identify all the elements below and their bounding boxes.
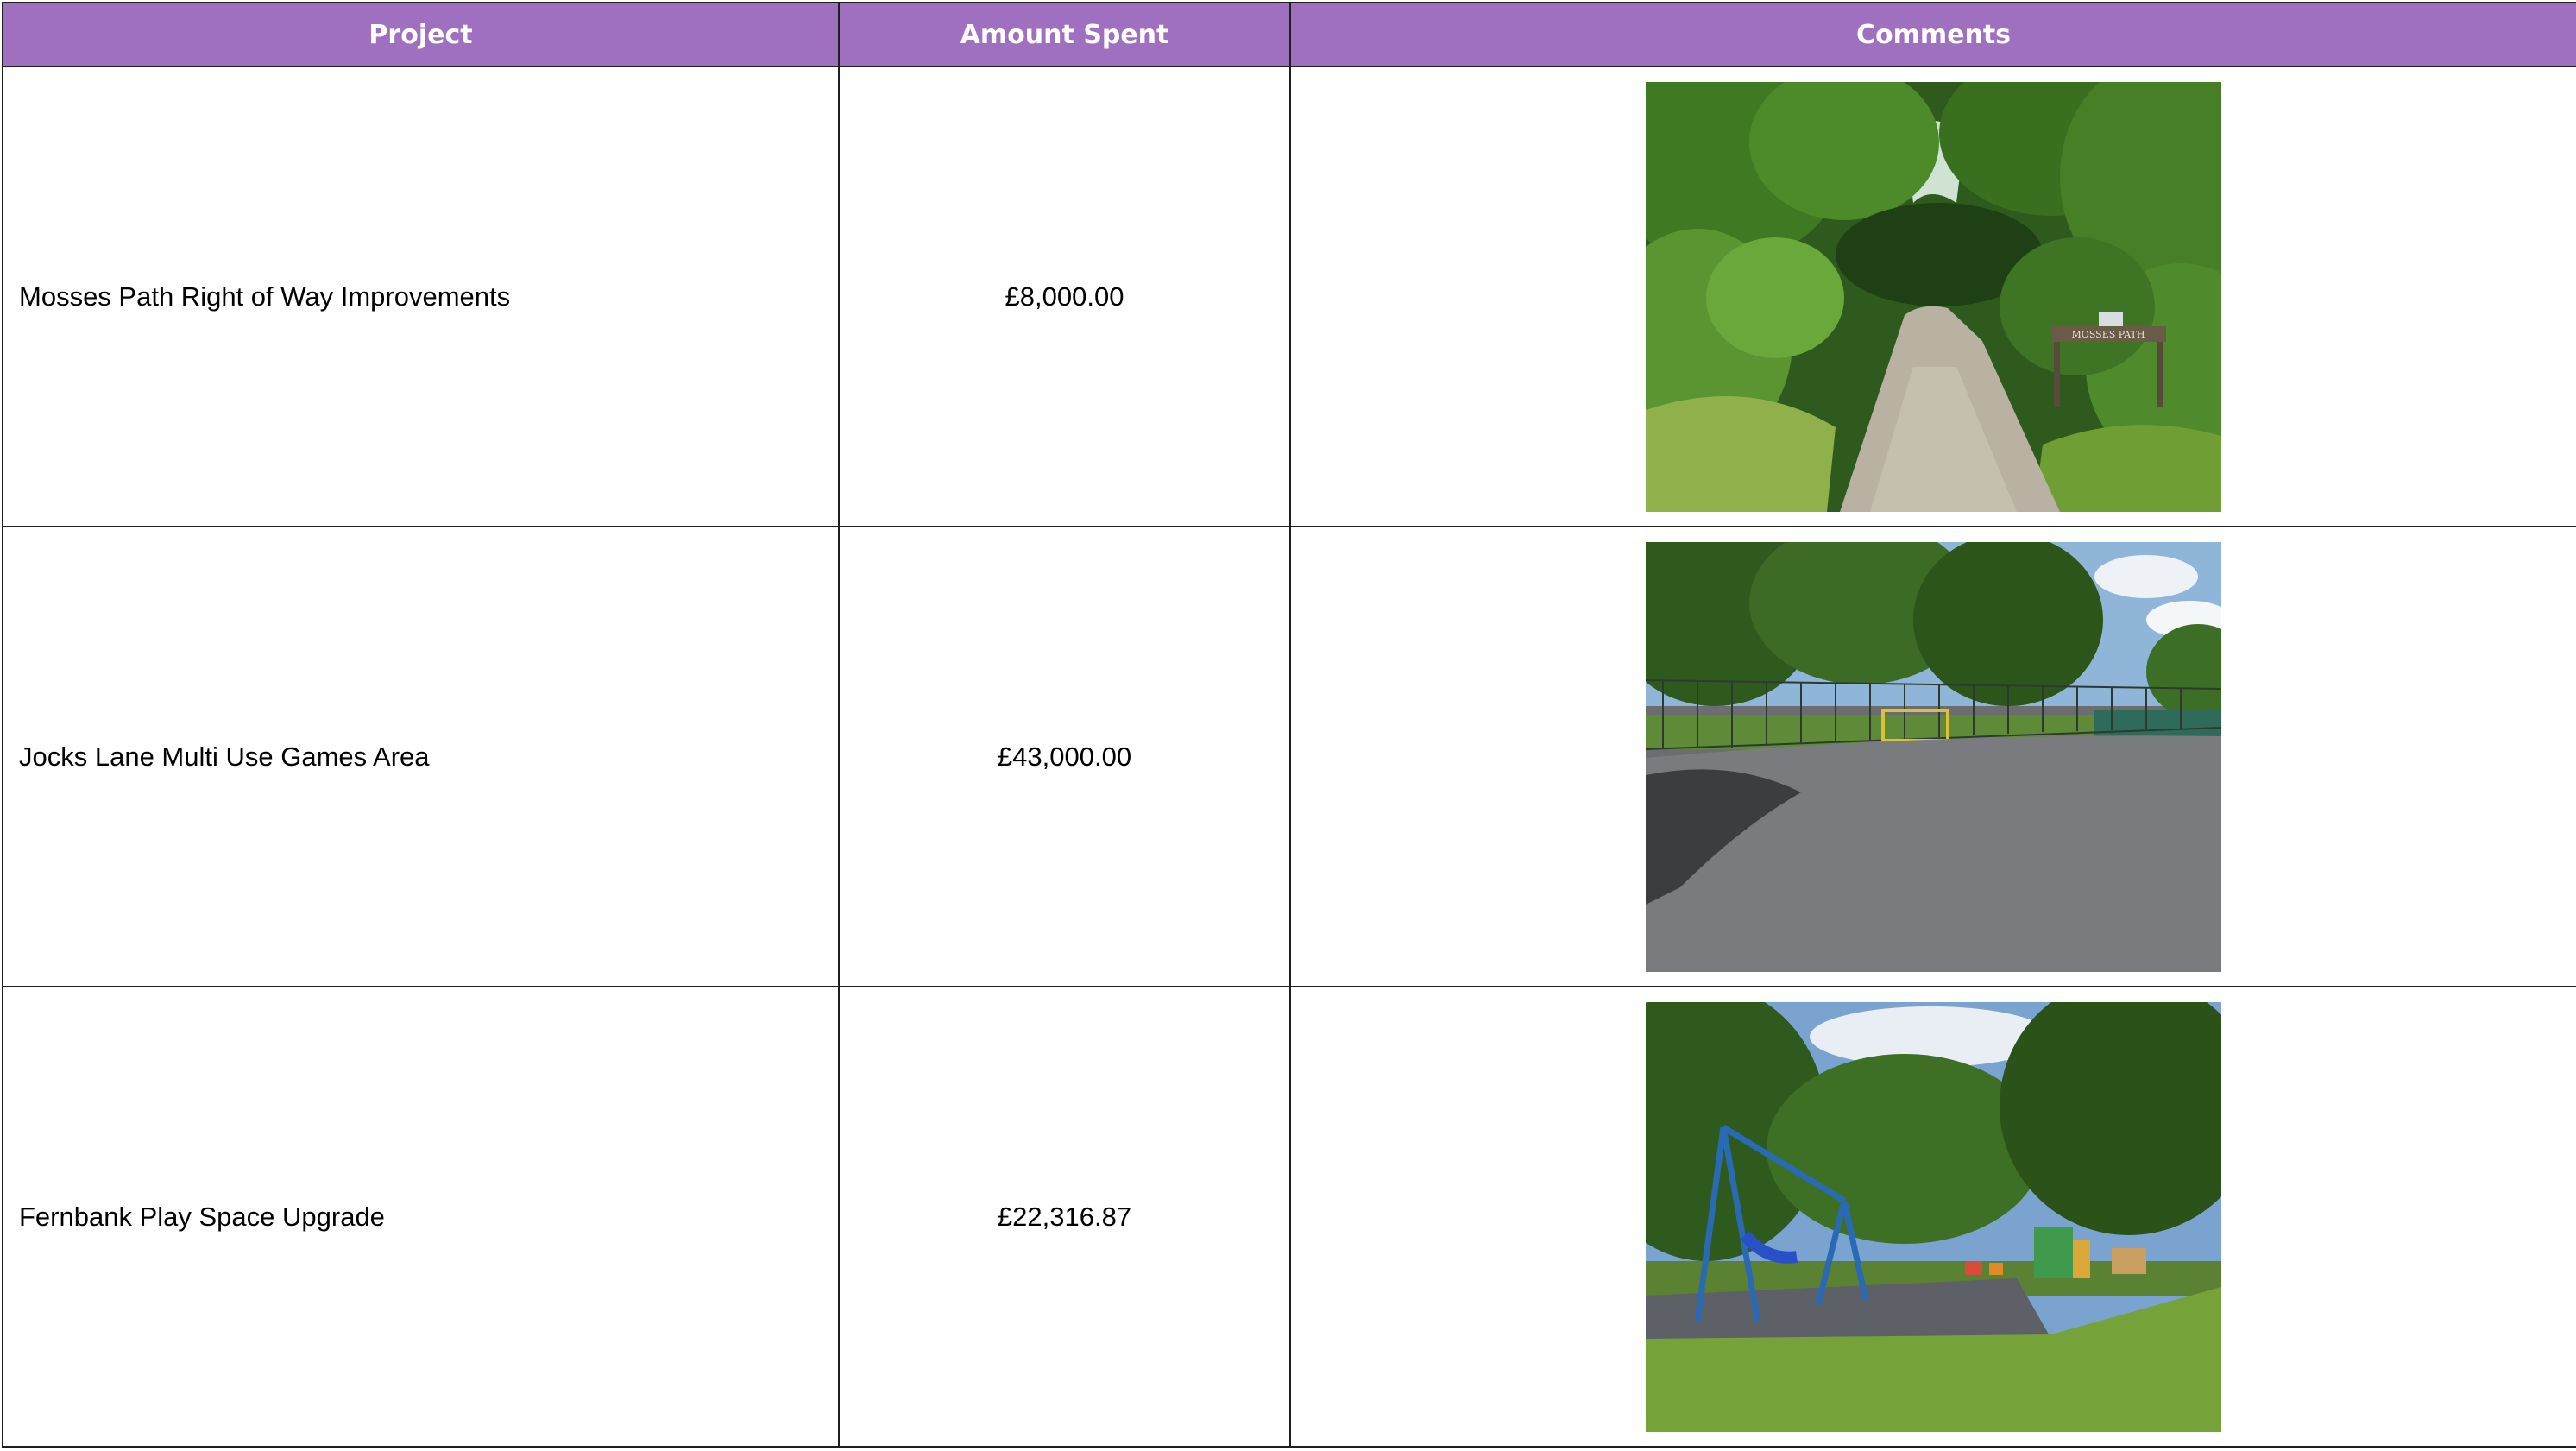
project-name: Jocks Lane Multi Use Games Area	[2, 526, 840, 987]
footpath-photo: MOSSES PATH	[1646, 81, 2221, 512]
comments-cell: MOSSES PATH	[1289, 66, 2576, 527]
header-amount-spent: Amount Spent	[838, 2, 1291, 67]
amount-spent: £43,000.00	[838, 526, 1291, 987]
amount-spent: £8,000.00	[838, 66, 1291, 527]
table-row: Mosses Path Right of Way Improvements £8…	[2, 66, 2576, 527]
header-comments: Comments	[1289, 2, 2576, 67]
spending-table: Project Amount Spent Comments Mosses Pat…	[2, 2, 2576, 1448]
table-row: Fernbank Play Space Upgrade £22,316.87	[2, 986, 2576, 1448]
header-row: Project Amount Spent Comments	[2, 2, 2576, 67]
project-name: Mosses Path Right of Way Improvements	[2, 66, 840, 527]
header-project: Project	[2, 2, 840, 67]
comments-cell	[1289, 986, 2576, 1448]
project-name: Fernbank Play Space Upgrade	[2, 986, 840, 1448]
comments-cell	[1289, 526, 2576, 987]
table-row: Jocks Lane Multi Use Games Area £43,000.…	[2, 526, 2576, 987]
footpath-sign-text: MOSSES PATH	[2072, 329, 2145, 340]
play-space-photo	[1646, 1001, 2221, 1432]
amount-spent: £22,316.87	[838, 986, 1291, 1448]
games-area-photo	[1646, 541, 2221, 972]
